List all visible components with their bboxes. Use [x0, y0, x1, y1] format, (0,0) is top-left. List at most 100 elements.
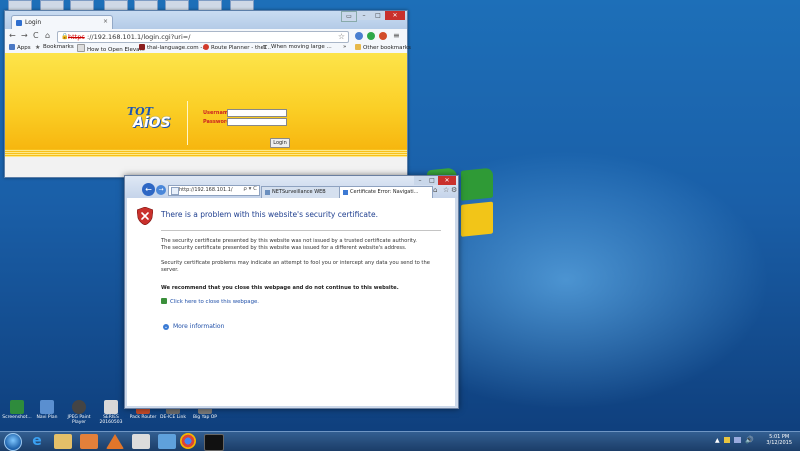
menu-icon[interactable]: ≡ [393, 32, 400, 40]
bookmark-route-planner[interactable]: Route Planner - the ... [203, 44, 271, 51]
login-button[interactable]: Login [270, 138, 290, 148]
desktop-icon-navi[interactable]: Navi Plan [30, 400, 64, 420]
folder-icon [355, 44, 361, 50]
command-prompt-icon[interactable] [204, 434, 224, 451]
taskbar: e ▲ 🔊 5:01 PM 3/12/2015 [0, 431, 800, 451]
close-button[interactable]: ✕ [385, 11, 405, 20]
error-paragraph: Security certificate problems may indica… [161, 260, 430, 273]
back-icon[interactable]: ← [9, 32, 16, 40]
omnibox[interactable]: 🔒 https ://192.168.101.1/login.cgi?uri=/… [57, 31, 349, 43]
forward-icon[interactable]: → [156, 185, 166, 195]
star-icon: ★ [35, 44, 41, 51]
bookmark-thai-language[interactable]: thai-language.com -... [139, 44, 208, 51]
volume-icon[interactable]: 🔊 [745, 436, 754, 444]
bookmark-when-moving[interactable]: T When moving large ... [263, 44, 332, 51]
username-input[interactable] [227, 109, 287, 117]
ie-window-controls: – □ ✕ [414, 176, 456, 186]
extension-icon[interactable] [355, 32, 363, 40]
bookmark-label: Apps [17, 45, 31, 51]
clock-date: 3/12/2015 [766, 440, 792, 446]
start-button[interactable] [4, 433, 22, 451]
ie-tab-certificate-error[interactable]: Certificate Error: Navigati... [339, 186, 433, 198]
folder-icon[interactable] [54, 434, 72, 449]
home-icon[interactable]: ⌂ [433, 186, 437, 194]
desktop-icon-label: Screenshot... [2, 415, 32, 420]
apps-grid-icon [9, 44, 15, 50]
reload-icon[interactable]: C [33, 32, 39, 40]
desktop-icon-series[interactable]: SERIES 20160503 [94, 400, 128, 425]
password-input[interactable] [227, 118, 287, 126]
url-scheme: https [68, 33, 85, 41]
forward-icon[interactable]: → [21, 32, 28, 40]
page-icon [171, 187, 179, 195]
chrome-icon[interactable] [180, 433, 196, 449]
desktop-icon-label: JPEG Paint Player [67, 415, 91, 425]
close-webpage-link[interactable]: Click here to close this webpage. [161, 298, 259, 305]
bookmark-bookmarks[interactable]: ★ Bookmarks [35, 44, 74, 51]
error-title: There is a problem with this website's s… [161, 210, 378, 219]
ie-address-bar[interactable]: http://192.168.101.1/ ρ ▾ C [168, 185, 260, 196]
chrome-window: Login × ▭ – □ ✕ ← → C ⌂ 🔒 https ://192.1… [4, 10, 411, 178]
desktop-icon-screenshot[interactable]: Screenshot... [0, 400, 34, 420]
other-bookmarks[interactable]: Other bookmarks [355, 44, 411, 51]
login-page: TOT AiOS Username Password Login [5, 53, 407, 177]
show-hidden-icons-icon[interactable]: ▲ [715, 437, 720, 444]
more-information-toggle[interactable]: ⌄ More information [163, 323, 224, 330]
notepad-icon[interactable] [158, 434, 176, 449]
chrome-toolbar: ← → C ⌂ 🔒 https ://192.168.101.1/login.c… [5, 29, 407, 43]
page-icon [343, 190, 348, 195]
maximize-button[interactable]: □ [426, 176, 438, 185]
error-paragraph: The security certificate presented by th… [161, 238, 417, 244]
more-bookmarks-chevron[interactable]: » [343, 44, 346, 50]
bookmark-star-icon[interactable]: ☆ [338, 32, 345, 41]
bookmark-apps[interactable]: Apps [9, 44, 31, 51]
ie-tab-netsurveillance[interactable]: NETSurveillance WEB [261, 186, 345, 198]
network-icon[interactable] [734, 437, 741, 443]
certificate-error-page: There is a problem with this website's s… [127, 198, 455, 406]
bookmark-label: When moving large ... [271, 44, 332, 50]
user-icon[interactable]: ▭ [341, 11, 357, 22]
link-label: Click here to close this webpage. [170, 299, 260, 305]
ie-titlebar: – □ ✕ ← → http://192.168.101.1/ ρ ▾ C NE… [125, 176, 458, 198]
security-shield-icon [137, 207, 153, 225]
bookmark-label: thai-language.com -... [147, 45, 208, 51]
page-icon [139, 44, 145, 50]
aios-logo: AiOS [133, 115, 171, 131]
home-icon[interactable]: ⌂ [45, 32, 50, 40]
maximize-button[interactable]: □ [371, 11, 385, 20]
minimize-button[interactable]: – [357, 11, 371, 20]
extension-icon[interactable] [379, 32, 387, 40]
tab-title: NETSurveillance WEB [272, 189, 326, 195]
close-tab-icon[interactable]: × [103, 18, 108, 25]
chrome-tab-login[interactable]: Login × [11, 15, 113, 30]
favorites-star-icon[interactable]: ☆ [443, 186, 449, 194]
ie-url-text: http://192.168.101.1/ [179, 187, 233, 193]
back-icon[interactable]: ← [142, 183, 155, 196]
desktop-icon-jpeg-player[interactable]: JPEG Paint Player [62, 400, 96, 425]
chrome-tab-strip: Login × ▭ – □ ✕ [5, 11, 407, 30]
chrome-window-controls: ▭ – □ ✕ [341, 11, 405, 22]
taskbar-clock[interactable]: 5:01 PM 3/12/2015 [766, 434, 792, 446]
desktop-icon-label: DE-ICE Link [160, 415, 186, 420]
route-icon [203, 44, 209, 50]
extension-icon[interactable] [367, 32, 375, 40]
desktop-icon-label: SERIES 20160503 [99, 415, 123, 425]
gear-icon[interactable]: ⚙ [451, 186, 457, 194]
insecure-lock-icon: 🔒 [61, 33, 69, 40]
address-controls[interactable]: ρ ▾ C [243, 186, 257, 192]
divider [161, 230, 441, 231]
minimize-button[interactable]: – [414, 176, 426, 185]
camera-icon [72, 400, 86, 414]
app-grid-icon[interactable] [132, 434, 150, 449]
close-button[interactable]: ✕ [438, 176, 456, 185]
internet-explorer-icon[interactable]: e [28, 434, 46, 449]
bookmark-how-to-open[interactable]: How to Open Eleva... [77, 44, 145, 53]
media-player-icon[interactable] [80, 434, 98, 449]
error-paragraph: The security certificate presented by th… [161, 245, 407, 251]
flag-icon[interactable] [724, 437, 730, 443]
vlc-icon[interactable] [106, 434, 124, 449]
tab-title: Certificate Error: Navigati... [350, 189, 419, 195]
link-label: More information [173, 323, 225, 330]
page-icon [77, 44, 85, 52]
shield-check-icon [161, 298, 167, 304]
